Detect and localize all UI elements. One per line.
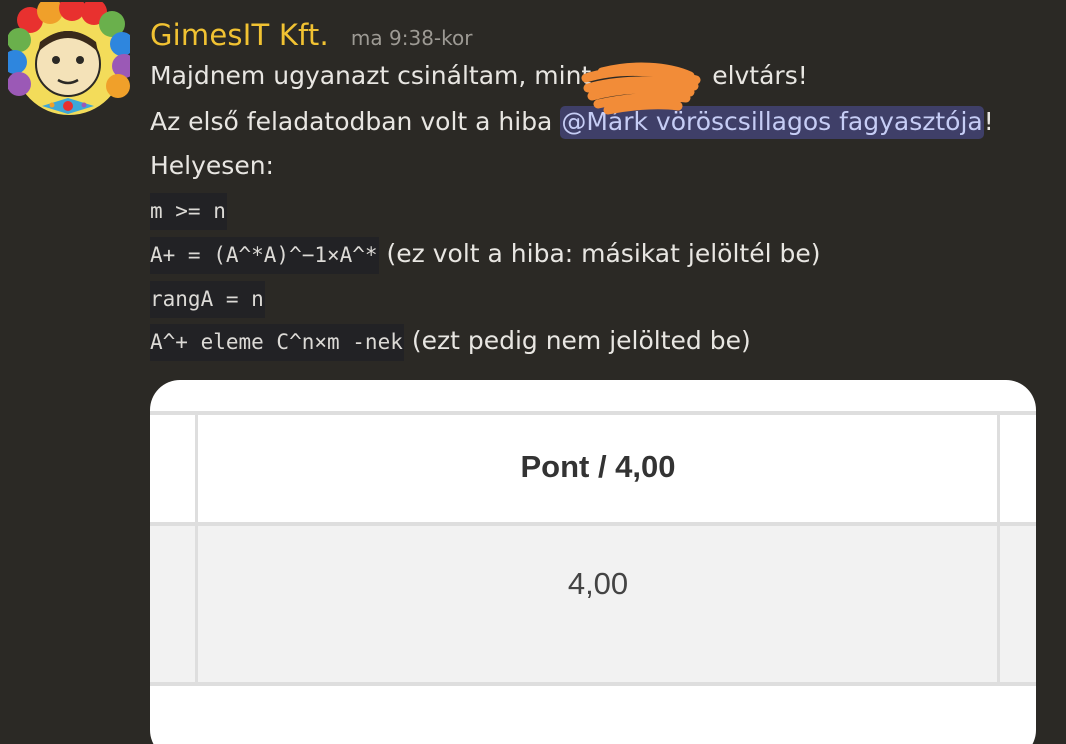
message-text: Helyesen: [150,151,274,180]
message-line-1: Majdnem ugyanazt csináltam, mint elvtárs… [150,58,808,94]
table-border [150,522,1036,526]
message-text: (ezt pedig nem jelölted be) [403,326,751,355]
table-cell-right [1000,525,1036,683]
message-text: Majdnem ugyanazt csináltam, mint [150,61,600,90]
message-text: (ez volt a hiba: másikat jelöltél be) [378,239,821,268]
table-cell-left [150,525,196,683]
table-data-cell: 4,00 [198,525,998,683]
clown-avatar-icon[interactable] [8,2,130,120]
inline-code: A+ = (A^*A)^−1×A^* [150,237,379,274]
message-line-6: rangA = n [150,280,265,318]
grade-table: Pont / 4,00 4,00 [150,380,1036,744]
message-text: ! [983,107,994,136]
table-border [195,413,198,685]
table-border [997,413,1000,685]
message-text: Az első feladatodban volt a hiba [150,107,561,136]
message-line-5: A+ = (A^*A)^−1×A^* (ez volt a hiba: mási… [150,236,821,274]
message-line-2: Az első feladatodban volt a hiba @Márk v… [150,104,994,140]
chat-message: GimesIT Kft. ma 9:38-kor Majdnem ugyanaz… [0,0,1066,744]
message-line-3: Helyesen: [150,148,274,184]
table-border [150,411,1036,415]
message-line-7: A^+ eleme C^n×m -nek (ezt pedig nem jelö… [150,323,751,361]
image-attachment[interactable]: Pont / 4,00 4,00 [150,380,1036,744]
table-header-cell: Pont / 4,00 [198,413,998,521]
message-header: GimesIT Kft. ma 9:38-kor [150,18,472,52]
username[interactable]: GimesIT Kft. [150,18,329,52]
inline-code: A^+ eleme C^n×m -nek [150,324,404,361]
timestamp: ma 9:38-kor [350,26,473,50]
table-border [150,682,1036,686]
censor-scribble [581,62,701,115]
message-line-4: m >= n [150,192,227,230]
inline-code: m >= n [150,193,227,230]
inline-code: rangA = n [150,281,265,318]
message-text-end: elvtárs! [712,61,808,90]
